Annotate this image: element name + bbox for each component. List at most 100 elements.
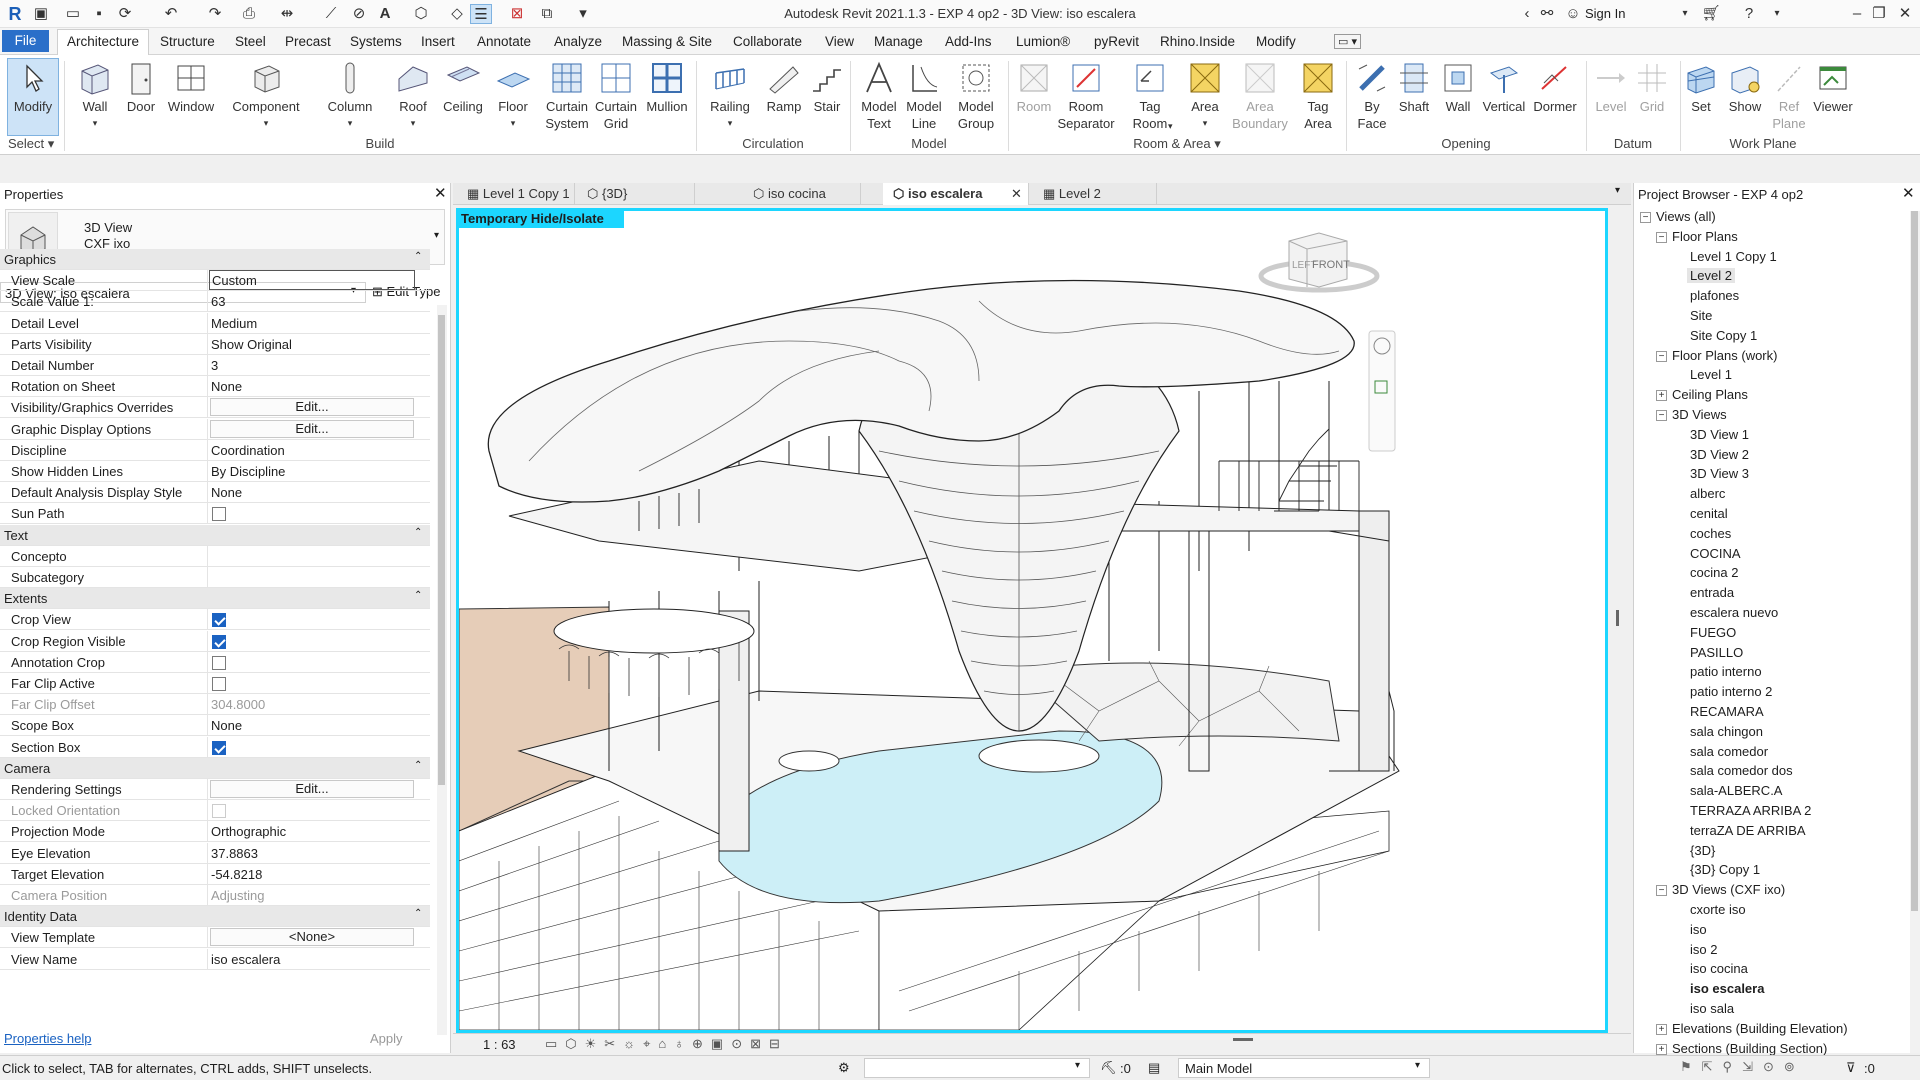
prop-hidden-lines[interactable]: Show Hidden Lines By Discipline xyxy=(0,461,430,482)
minimize-icon[interactable]: – xyxy=(1846,4,1868,24)
tab-collaborate[interactable]: Collaborate xyxy=(733,34,802,49)
prop-discipline[interactable]: Discipline Coordination xyxy=(0,439,430,461)
prop-view-name[interactable]: View Name iso escalera xyxy=(0,948,430,970)
properties-scrollbar[interactable] xyxy=(437,305,447,1035)
design-option-selector[interactable]: Main Model ▾ xyxy=(1178,1058,1430,1078)
checkbox[interactable] xyxy=(212,655,226,670)
browser-item[interactable]: iso xyxy=(1690,922,1707,937)
tab-level-1-copy-1[interactable]: ▦ Level 1 Copy 1 xyxy=(457,183,575,205)
tab-structure[interactable]: Structure xyxy=(160,34,215,49)
view-controls-icons[interactable]: ▭⬡☀✂☼⌖⌂♁⊕▣⊙⊠⊟ xyxy=(545,1036,788,1052)
prop-sun-path[interactable]: Sun Path xyxy=(0,503,430,525)
tab-add-ins[interactable]: Add-Ins xyxy=(945,34,992,49)
prop-view-template[interactable]: View Template <None> xyxy=(0,927,430,949)
properties-close-icon[interactable]: ✕ xyxy=(434,184,447,202)
tree-toggle-icon[interactable]: − xyxy=(1656,350,1667,362)
browser-item[interactable]: Site Copy 1 xyxy=(1690,328,1757,343)
tree-toggle-icon[interactable]: − xyxy=(1656,410,1667,421)
prop-camera-position[interactable]: Camera Position Adjusting xyxy=(0,885,430,906)
collapse-icon[interactable]: ⌃ xyxy=(414,760,422,771)
browser-item[interactable]: {3D} xyxy=(1690,843,1715,858)
modify-tool[interactable]: Modify xyxy=(7,60,59,115)
browser-scrollbar[interactable] xyxy=(1910,211,1920,1053)
shaft-button[interactable]: Shaft xyxy=(1394,60,1434,115)
browser-item[interactable]: iso escalera xyxy=(1690,981,1764,996)
group-extents[interactable]: Extents ⌃ xyxy=(0,588,430,610)
cart-icon[interactable]: 🛒︎ xyxy=(1700,4,1722,24)
tree-toggle-icon[interactable]: + xyxy=(1656,1023,1667,1035)
prop-annotation-crop[interactable]: Annotation Crop xyxy=(0,651,430,673)
browser-item[interactable]: patio interno 2 xyxy=(1690,684,1772,699)
collapse-icon[interactable]: ⌃ xyxy=(414,251,422,262)
selection-toggle-icons[interactable]: ⚑⇱⚲⇲⊙⊚ xyxy=(1680,1059,1805,1075)
show-button[interactable]: Show xyxy=(1724,60,1766,115)
browser-floor-plans[interactable]: Floor Plans xyxy=(1672,229,1738,244)
dormer-button[interactable]: Dormer xyxy=(1530,60,1580,115)
prop-far-clip-active[interactable]: Far Clip Active xyxy=(0,673,430,694)
column-button[interactable]: Column ▾ xyxy=(324,60,376,132)
browser-floor-plans-work[interactable]: Floor Plans (work) xyxy=(1672,348,1777,363)
browser-ceiling-plans[interactable]: Ceiling Plans xyxy=(1672,387,1748,402)
prop-value[interactable]: Custom xyxy=(209,270,415,291)
browser-item[interactable]: coches xyxy=(1690,526,1731,541)
tab-manage[interactable]: Manage xyxy=(874,34,923,49)
prop-projection[interactable]: Projection Mode Orthographic xyxy=(0,821,430,843)
door-button[interactable]: Door xyxy=(122,60,160,115)
help-icon[interactable]: ? xyxy=(1738,4,1760,24)
browser-item[interactable]: Level 1 Copy 1 xyxy=(1690,249,1777,264)
prop-scope-box[interactable]: Scope Box None xyxy=(0,715,430,737)
browser-item[interactable]: PASILLO xyxy=(1690,645,1743,660)
prop-locked-orientation[interactable]: Locked Orientation xyxy=(0,800,430,822)
browser-item[interactable]: alberc xyxy=(1690,486,1725,501)
properties-help-link[interactable]: Properties help xyxy=(4,1031,91,1046)
edit-button[interactable]: Edit... xyxy=(210,398,414,417)
tab-modify[interactable]: Modify xyxy=(1256,34,1296,49)
prop-far-clip-offset[interactable]: Far Clip Offset 304.8000 xyxy=(0,694,430,716)
collapse-icon[interactable]: ⌃ xyxy=(414,908,422,919)
browser-item[interactable]: cenital xyxy=(1690,506,1728,521)
tree-toggle-icon[interactable]: − xyxy=(1656,885,1667,897)
tree-toggle-icon[interactable]: − xyxy=(1640,212,1651,223)
view-scale[interactable]: 1 : 63 xyxy=(483,1037,516,1052)
browser-item[interactable]: terraZA DE ARRIBA xyxy=(1690,823,1806,838)
tab-precast[interactable]: Precast xyxy=(285,34,331,49)
browser-3d-views-cxf[interactable]: 3D Views (CXF ixo) xyxy=(1672,882,1785,897)
browser-item[interactable]: {3D} Copy 1 xyxy=(1690,862,1760,877)
viewport-resize-handle[interactable] xyxy=(1616,610,1619,626)
type-dropdown-icon[interactable]: ▾ xyxy=(434,230,439,241)
prop-section-box[interactable]: Section Box xyxy=(0,736,430,758)
area-boundary-button[interactable]: Area Boundary xyxy=(1230,60,1290,132)
checkbox[interactable] xyxy=(212,804,226,819)
curtain-grid-button[interactable]: Curtain Grid xyxy=(592,60,640,132)
close-icon[interactable]: ✕ xyxy=(1894,4,1916,24)
worksharing-icon[interactable]: ⚙ xyxy=(838,1060,850,1076)
collapse-icon[interactable]: ⌃ xyxy=(414,590,422,601)
browser-root-views[interactable]: Views (all) xyxy=(1656,209,1716,224)
help-dropdown-icon[interactable]: ▾ xyxy=(1766,4,1788,24)
edit-button[interactable]: Edit... xyxy=(210,419,414,438)
editable-only-icon[interactable]: ⛏ xyxy=(1100,1060,1117,1076)
room-separator-button[interactable]: Room Separator xyxy=(1056,60,1116,132)
mullion-button[interactable]: Mullion xyxy=(642,60,692,115)
browser-item[interactable]: TERRAZA ARRIBA 2 xyxy=(1690,803,1811,818)
tree-toggle-icon[interactable]: + xyxy=(1656,1043,1667,1055)
checkbox[interactable] xyxy=(212,507,226,522)
tab-iso-escalera[interactable]: ⬡ iso escalera ✕ xyxy=(883,183,1029,205)
3d-viewport[interactable]: LEFT FRONT xyxy=(456,208,1608,1033)
browser-item[interactable]: cocina 2 xyxy=(1690,565,1738,580)
tag-area-button[interactable]: Tag Area xyxy=(1296,60,1340,132)
tab-pyrevit[interactable]: pyRevit xyxy=(1094,34,1139,49)
window-button[interactable]: Window xyxy=(164,60,218,115)
ref-plane-button[interactable]: Ref Plane xyxy=(1770,60,1808,132)
browser-item[interactable]: sala comedor xyxy=(1690,744,1768,759)
tab-annotate[interactable]: Annotate xyxy=(477,34,531,49)
prop-rotation[interactable]: Rotation on Sheet None xyxy=(0,376,430,398)
design-options-icon[interactable]: ▤ xyxy=(1148,1060,1160,1076)
browser-item[interactable]: 3D View 1 xyxy=(1690,427,1749,442)
tab-level-2[interactable]: ▦ Level 2 xyxy=(1033,183,1157,205)
vertical-opening-button[interactable]: Vertical xyxy=(1482,60,1526,115)
prop-concepto[interactable]: Concepto xyxy=(0,545,430,567)
viewer-button[interactable]: Viewer xyxy=(1810,60,1856,115)
railing-button[interactable]: Railing ▾ xyxy=(706,60,754,132)
browser-item[interactable]: COCINA xyxy=(1690,546,1741,561)
